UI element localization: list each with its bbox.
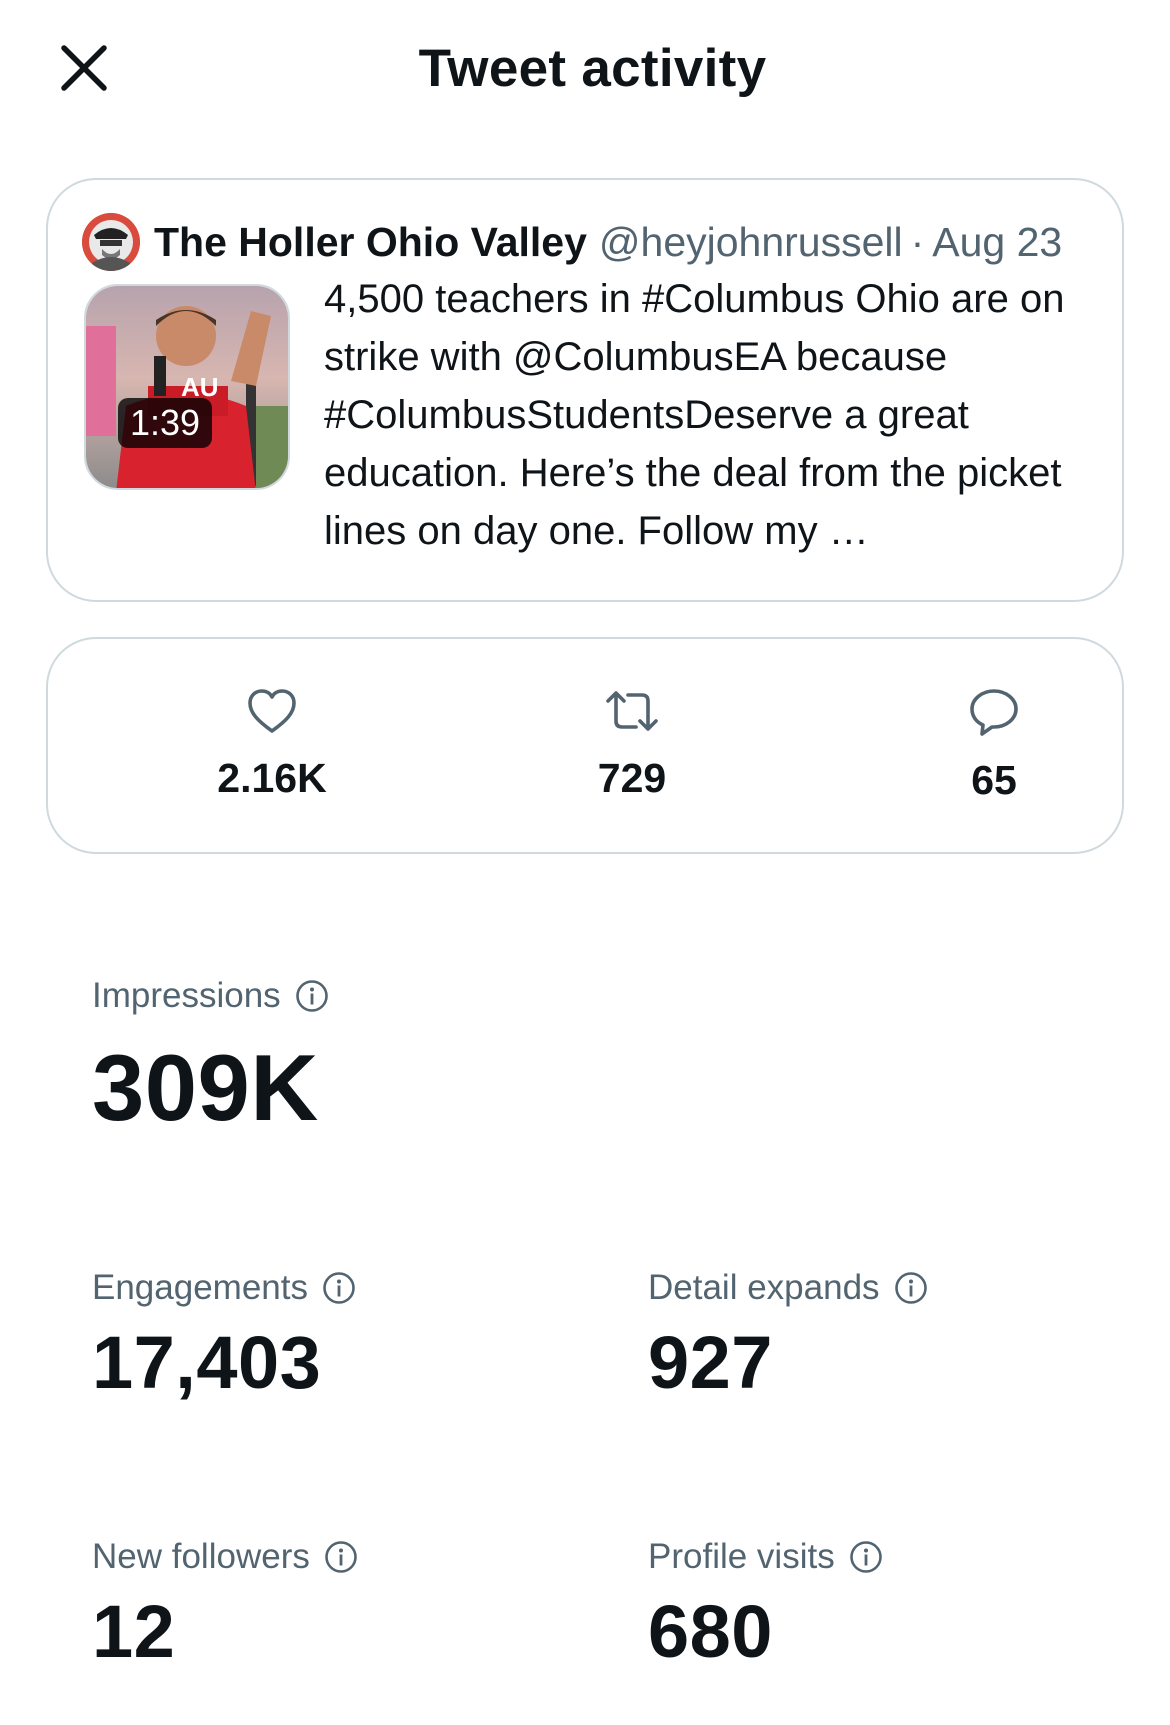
tweet-author-line: The Holler Ohio Valley @heyjohnrussell ·… <box>82 212 1062 272</box>
replies-count[interactable]: 65 <box>894 687 1094 804</box>
info-icon[interactable] <box>894 1271 928 1305</box>
tweet-date: Aug 23 <box>932 218 1063 265</box>
page-title: Tweet activity <box>418 39 767 98</box>
video-duration-badge: 1:39 <box>118 398 213 448</box>
header: Tweet activity <box>0 0 1170 140</box>
profile-visits-value: 680 <box>648 1590 773 1673</box>
retweets-count[interactable]: 729 <box>532 687 732 802</box>
new-followers-value: 12 <box>92 1590 176 1673</box>
profile-visits-stat: Profile visits 680 <box>648 1537 883 1674</box>
author-handle[interactable]: @heyjohnrussell <box>599 219 903 266</box>
impressions-stat: Impressions 309K <box>92 976 329 1142</box>
detail-expands-value: 927 <box>648 1321 773 1404</box>
replies-value: 65 <box>971 757 1017 803</box>
reply-icon <box>970 689 1018 736</box>
video-thumbnail-image: AU <box>86 286 288 488</box>
retweet-icon <box>606 691 658 731</box>
impressions-label: Impressions <box>92 976 281 1015</box>
detail-expands-stat: Detail expands 927 <box>648 1268 928 1405</box>
info-icon[interactable] <box>295 979 329 1013</box>
engagements-label: Engagements <box>92 1268 308 1307</box>
likes-count[interactable]: 2.16K <box>172 687 372 802</box>
likes-value: 2.16K <box>217 755 327 801</box>
video-thumbnail[interactable]: AU 1:39 <box>84 284 290 490</box>
heart-icon <box>248 689 296 733</box>
author-name[interactable]: The Holler Ohio Valley <box>154 219 587 266</box>
info-icon[interactable] <box>849 1540 883 1574</box>
profile-visits-label: Profile visits <box>648 1537 835 1576</box>
avatar[interactable] <box>82 213 140 271</box>
info-icon[interactable] <box>324 1540 358 1574</box>
new-followers-label: New followers <box>92 1537 310 1576</box>
impressions-value: 309K <box>92 1035 319 1140</box>
retweets-value: 729 <box>597 755 667 801</box>
info-icon[interactable] <box>322 1271 356 1305</box>
engagements-stat: Engagements 17,403 <box>92 1268 356 1405</box>
detail-expands-label: Detail expands <box>648 1268 880 1307</box>
tweet-text: 4,500 teachers in #Columbus Ohio are on … <box>324 277 1065 553</box>
separator-dot: · <box>910 218 925 265</box>
engagements-value: 17,403 <box>92 1321 322 1404</box>
engagement-counts-card: 2.16K 729 65 <box>46 637 1124 854</box>
tweet-card[interactable]: The Holler Ohio Valley @heyjohnrussell ·… <box>46 178 1124 602</box>
new-followers-stat: New followers 12 <box>92 1537 358 1674</box>
